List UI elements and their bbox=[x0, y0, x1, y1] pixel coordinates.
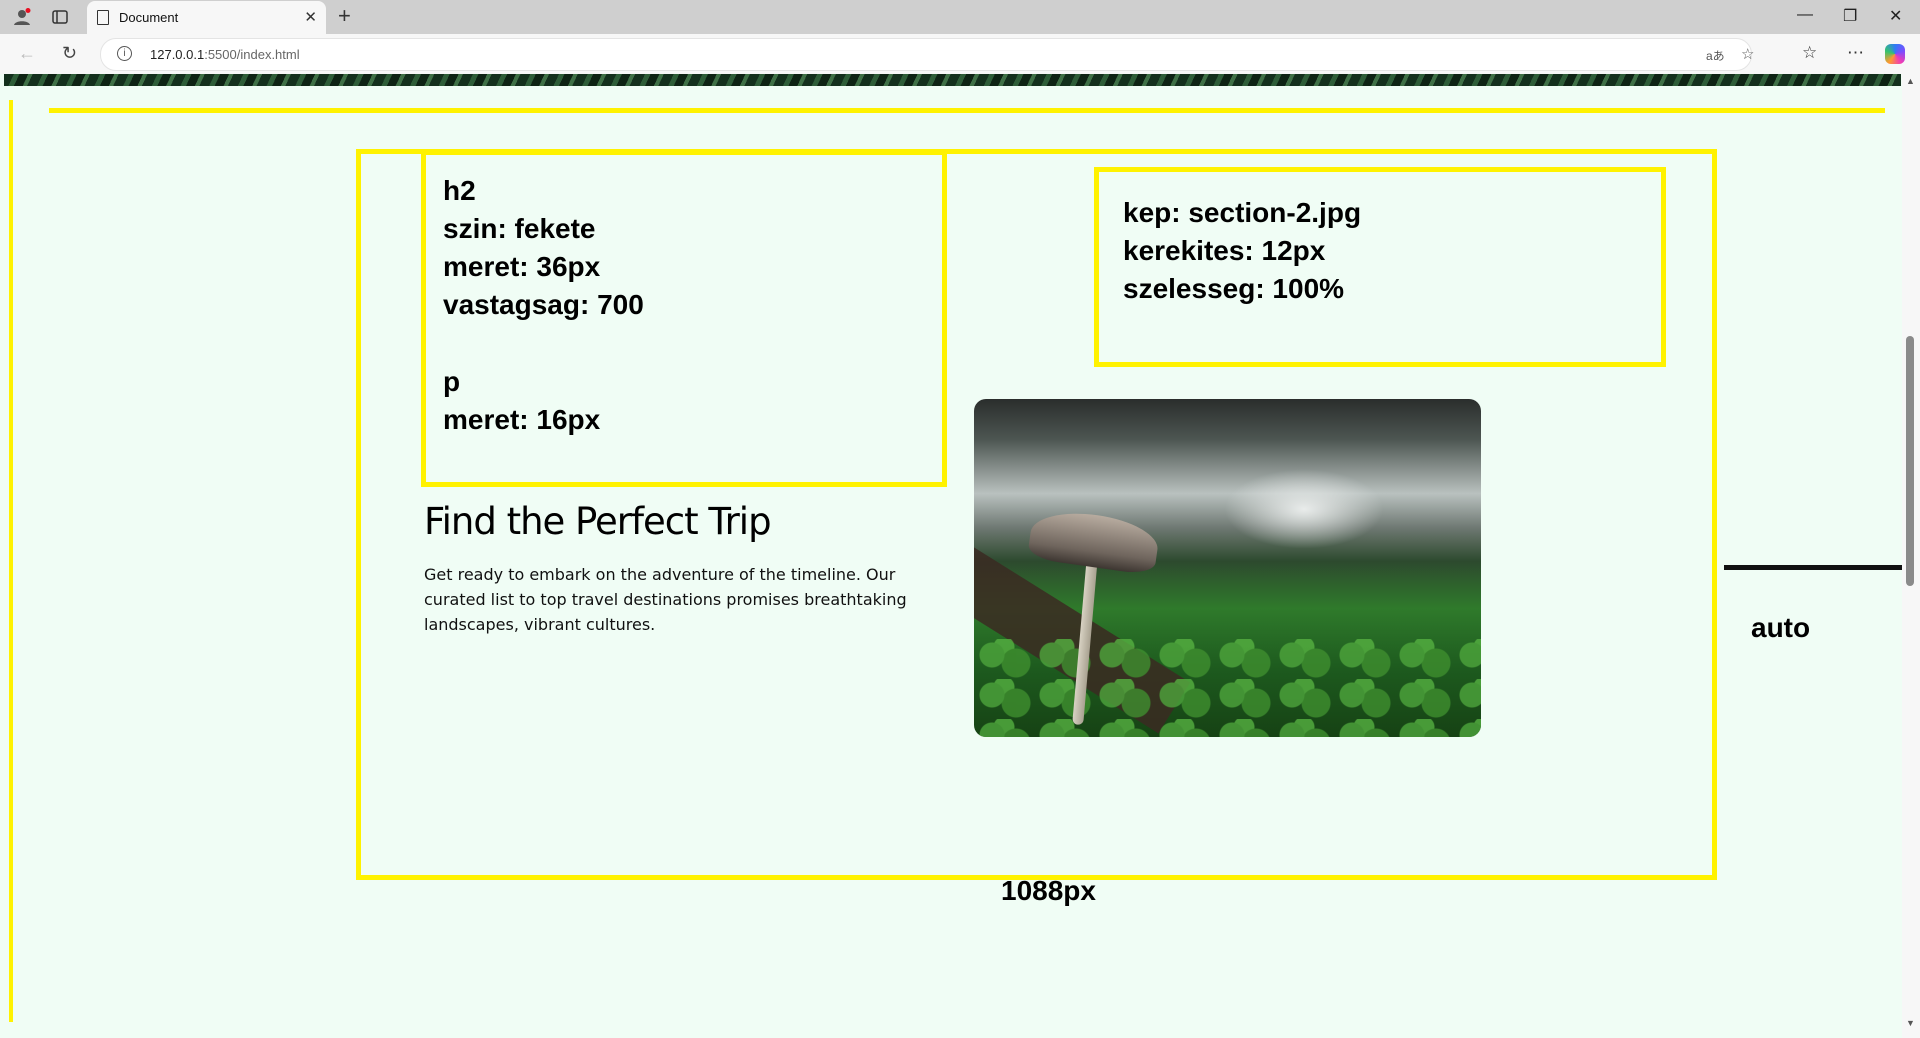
restore-icon[interactable]: ❐ bbox=[1843, 6, 1857, 26]
annotation-image-width: szelesseg: 100% bbox=[1123, 273, 1345, 304]
tab-title: Document bbox=[119, 10, 179, 25]
annotation-h2-size: meret: 36px bbox=[443, 251, 601, 282]
section-paragraph: Get ready to embark on the adventure of … bbox=[424, 565, 907, 634]
annotation-p: p bbox=[443, 366, 461, 397]
section-image bbox=[974, 399, 1481, 737]
copilot-icon[interactable] bbox=[1885, 44, 1905, 64]
info-icon[interactable]: i bbox=[117, 46, 132, 61]
favorites-icon[interactable]: ☆ bbox=[1802, 43, 1817, 63]
annotation-image-file: kep: section-2.jpg bbox=[1123, 197, 1362, 228]
address-bar-row: ← ↻ i 127.0.0.1:5500/index.html aあ ☆ ☆ ⋯ bbox=[0, 34, 1920, 74]
annotation-image-radius: kerekites: 12px bbox=[1123, 235, 1326, 266]
guide-line-left bbox=[9, 100, 13, 1022]
address-bar[interactable]: i 127.0.0.1:5500/index.html aあ ☆ bbox=[100, 38, 1754, 71]
auto-margin-line bbox=[1724, 565, 1920, 570]
annotation-h2-weight: vastagsag: 700 bbox=[443, 289, 644, 320]
tab-document[interactable]: Document ✕ bbox=[87, 1, 326, 34]
tab-actions-icon[interactable] bbox=[50, 7, 70, 27]
favorite-icon[interactable]: ☆ bbox=[1741, 45, 1754, 63]
url-text[interactable]: 127.0.0.1:5500/index.html bbox=[150, 47, 300, 62]
more-icon[interactable]: ⋯ bbox=[1847, 43, 1864, 63]
guide-line-top bbox=[49, 108, 1885, 113]
auto-margin-label: auto bbox=[1751, 612, 1811, 643]
hero-image-strip bbox=[4, 74, 1901, 86]
container-width-label: 1088px bbox=[1001, 875, 1096, 906]
annotation-h2: h2 bbox=[443, 175, 476, 206]
section-heading: Find the Perfect Trip bbox=[424, 500, 772, 543]
page-icon bbox=[97, 10, 109, 25]
annotation-p-size: meret: 16px bbox=[443, 404, 601, 435]
profile-icon[interactable] bbox=[12, 7, 32, 27]
scrollbar-thumb[interactable] bbox=[1906, 336, 1914, 586]
close-icon[interactable]: ✕ bbox=[304, 8, 317, 26]
read-aloud-icon[interactable]: aあ bbox=[1706, 47, 1725, 64]
new-tab-icon[interactable]: + bbox=[338, 4, 351, 28]
minimize-icon[interactable]: — bbox=[1797, 6, 1813, 24]
back-icon[interactable]: ← bbox=[18, 43, 36, 64]
refresh-icon[interactable]: ↻ bbox=[62, 43, 77, 64]
tab-bar: Document ✕ + — ❐ ✕ bbox=[0, 0, 1920, 34]
scroll-up-icon[interactable]: ▲ bbox=[1906, 76, 1915, 86]
annotation-h2-color: szin: fekete bbox=[443, 213, 596, 244]
scroll-down-icon[interactable]: ▼ bbox=[1906, 1018, 1915, 1028]
close-window-icon[interactable]: ✕ bbox=[1889, 6, 1902, 26]
